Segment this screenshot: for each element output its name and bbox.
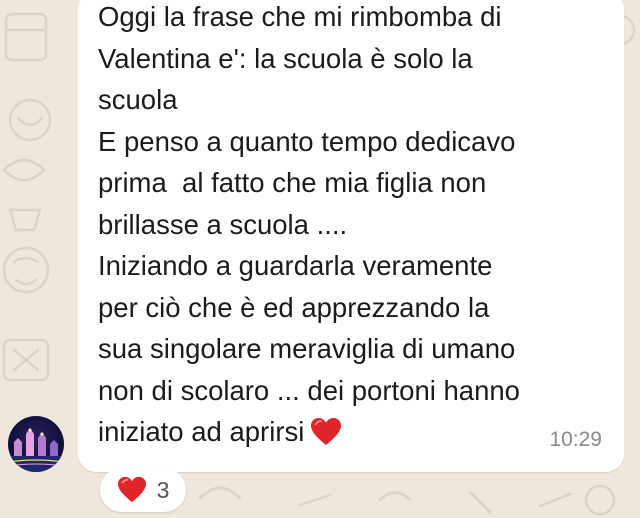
message-line: Valentina e': la scuola è solo la <box>98 42 473 74</box>
reaction-count: 3 <box>156 476 170 503</box>
message-bubble[interactable]: Oggi la frase che mi rimbomba di Valenti… <box>78 0 624 472</box>
message-line: scuola <box>98 84 178 115</box>
red-heart-reaction-icon <box>117 476 147 504</box>
message-line: per ciò che è ed apprezzando la <box>98 291 490 323</box>
message-line: Oggi la frase che mi rimbomba di <box>98 1 502 32</box>
message-text: Oggi la frase che mi rimbomba di Valenti… <box>98 0 608 453</box>
message-line: iniziato ad aprirsi <box>98 416 305 447</box>
message-line: E penso a quanto tempo dedicavo <box>98 125 516 157</box>
message-line: brillasse a scuola .... <box>98 208 348 240</box>
message-last-line: iniziato ad aprirsi <box>98 411 608 453</box>
message-line: Iniziando a guardarla veramente <box>98 250 493 281</box>
message-line: non di scolaro ... dei portoni hanno <box>98 374 520 406</box>
red-heart-emoji-icon <box>310 417 342 447</box>
message-line: prima al fatto che mia figlia non <box>98 167 487 198</box>
reaction-pill[interactable]: 3 <box>100 468 186 512</box>
message-line: sua singolare meraviglia di umano <box>98 333 516 364</box>
message-timestamp: 10:29 <box>549 428 602 451</box>
avatar-image <box>8 428 64 472</box>
sender-avatar[interactable] <box>8 416 64 472</box>
